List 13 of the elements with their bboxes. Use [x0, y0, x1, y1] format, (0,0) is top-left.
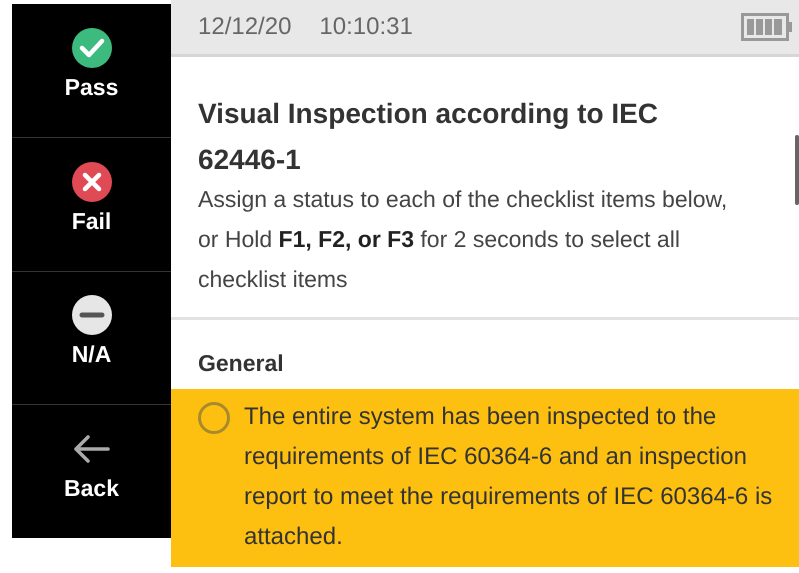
status-radio[interactable] [198, 402, 230, 434]
page-title: Visual Inspection according to IEC 62446-1 [198, 97, 660, 177]
checklist-item[interactable]: The entire system has been inspected to the requirements of IEC 60364-6 and an inspection report to meet the requirements of IEC 60364-6 is attached. [171, 389, 799, 567]
scrollbar-thumb[interactable] [795, 135, 799, 205]
section-title: General [197, 349, 285, 378]
status-date: 12/12/20 [198, 13, 292, 41]
cross-icon [72, 162, 112, 202]
instructions-text: Assign a status to each of the checklist items below, or Hold F1, F2, or F3 for 2 seconds to select all checklist items [198, 185, 728, 294]
status-time: 10:10:31 [319, 13, 413, 41]
check-icon [72, 28, 112, 68]
minus-icon [72, 295, 112, 336]
checklist-item-text: The entire system has been inspected to the requirements of IEC 60364-6 and an inspection report to meet the requirements of IEC 60364-6 is attached. [244, 402, 774, 552]
battery-icon [741, 13, 793, 41]
